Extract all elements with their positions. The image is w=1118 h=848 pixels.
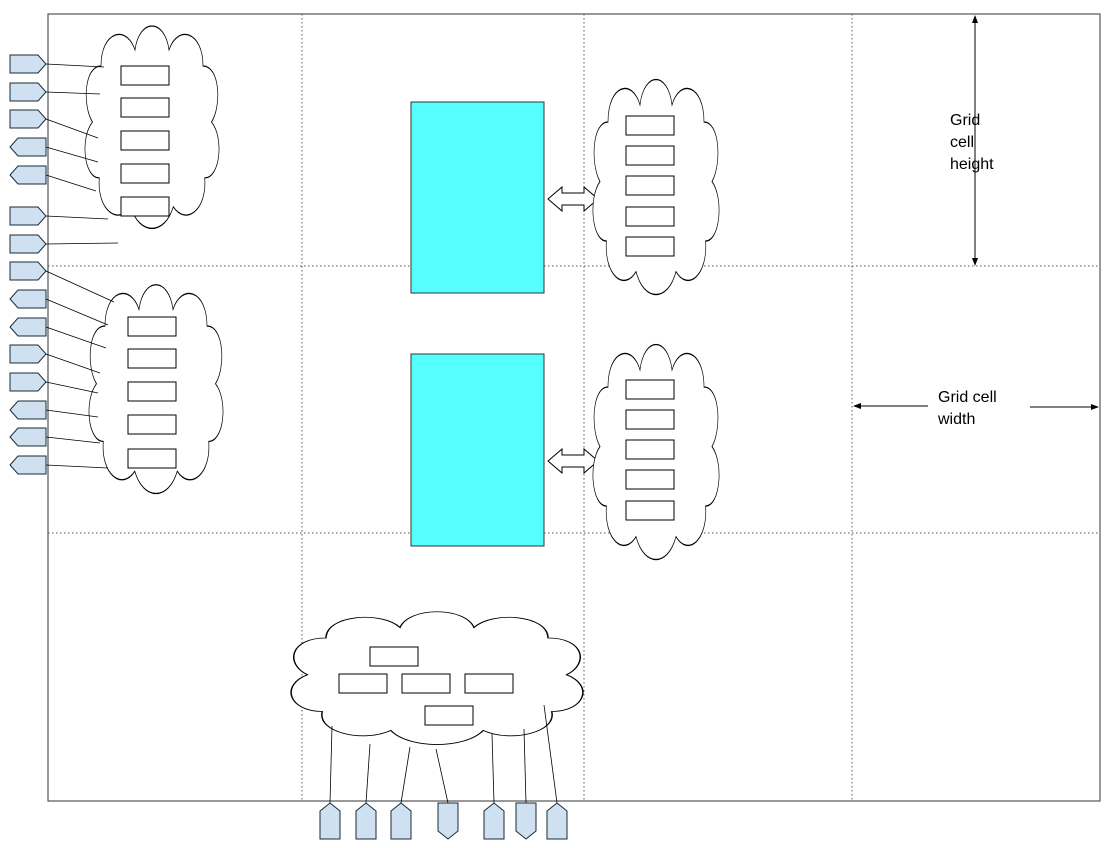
- standard-cell: [127, 414, 177, 435]
- standard-cell: [424, 705, 474, 726]
- standard-cell: [625, 469, 675, 490]
- macro-cluster-connection-2: [547, 447, 599, 475]
- input-pin: [9, 165, 47, 185]
- standard-cell: [127, 381, 177, 402]
- standard-cell: [625, 409, 675, 430]
- standard-cell: [120, 196, 170, 217]
- standard-cell: [120, 163, 170, 184]
- standard-cell: [120, 130, 170, 151]
- floorplan-diagram: Grid cell height Grid cell width: [9, 13, 1101, 840]
- output-pin: [9, 109, 47, 129]
- input-pin: [437, 802, 459, 840]
- input-pin: [9, 137, 47, 157]
- cell-height-label-line2: cell: [950, 134, 974, 151]
- input-pin: [9, 289, 47, 309]
- output-pin: [390, 802, 412, 840]
- standard-cell: [127, 448, 177, 469]
- output-pin: [9, 372, 47, 392]
- io-pins-left: [9, 54, 47, 475]
- output-pin: [9, 344, 47, 364]
- cell-cluster-3: [592, 78, 720, 296]
- input-pin: [9, 400, 47, 420]
- output-pin: [9, 82, 47, 102]
- cell-cluster-4: [592, 343, 720, 561]
- macro-block-1: [410, 101, 545, 294]
- output-pin: [9, 234, 47, 254]
- standard-cell: [625, 236, 675, 257]
- standard-cell: [127, 316, 177, 337]
- standard-cell: [401, 673, 451, 694]
- input-pin: [515, 802, 537, 840]
- output-pin: [9, 54, 47, 74]
- output-pin: [9, 261, 47, 281]
- output-pin: [319, 802, 341, 840]
- standard-cell: [338, 673, 388, 694]
- standard-cell: [625, 115, 675, 136]
- input-pin: [9, 455, 47, 475]
- cell-height-label-line3: height: [950, 156, 994, 173]
- cell-cluster-5: [290, 610, 584, 746]
- output-pin: [355, 802, 377, 840]
- output-pin: [546, 802, 568, 840]
- standard-cell: [464, 673, 514, 694]
- standard-cell: [625, 439, 675, 460]
- cell-cluster-2: [88, 283, 224, 495]
- input-pin: [9, 427, 47, 447]
- output-pin: [9, 206, 47, 226]
- standard-cell: [625, 175, 675, 196]
- io-pins-bottom: [319, 802, 568, 840]
- standard-cell: [120, 65, 170, 86]
- standard-cell: [625, 145, 675, 166]
- cell-cluster-1: [84, 25, 220, 230]
- standard-cell: [625, 206, 675, 227]
- standard-cell: [625, 379, 675, 400]
- output-pin: [483, 802, 505, 840]
- cell-height-label-line1: Grid: [950, 112, 980, 129]
- standard-cell: [127, 348, 177, 369]
- standard-cell: [625, 500, 675, 521]
- input-pin: [9, 317, 47, 337]
- standard-cell: [120, 97, 170, 118]
- macro-block-2: [410, 353, 545, 547]
- standard-cell: [369, 646, 419, 667]
- cell-width-label-line1: Grid cell: [938, 389, 997, 406]
- cell-width-label-line2: width: [937, 411, 975, 428]
- macro-cluster-connection-1: [547, 185, 599, 213]
